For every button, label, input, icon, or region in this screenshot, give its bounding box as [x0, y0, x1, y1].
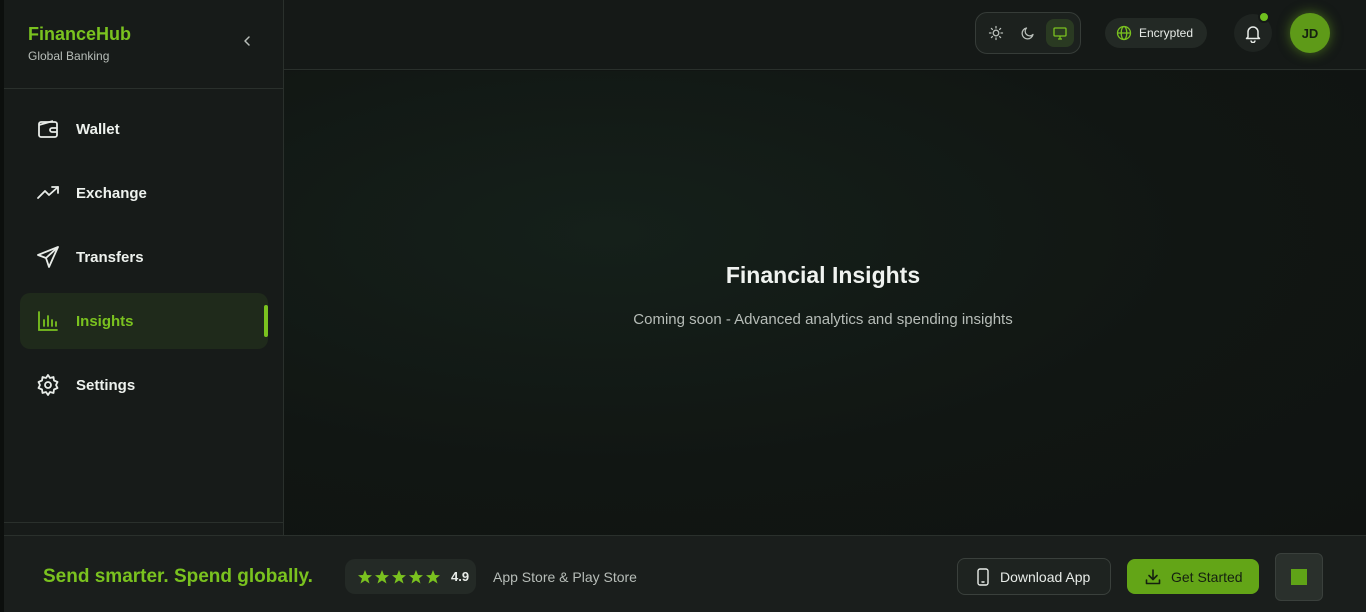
brand-subtitle: Global Banking	[28, 49, 110, 63]
rating-score: 4.9	[451, 569, 470, 584]
promo-footer: Send smarter. Spend globally. 4.9 App St…	[4, 535, 1366, 612]
brand: FinanceHub Global Banking	[28, 24, 131, 63]
avatar[interactable]: JD	[1290, 13, 1330, 53]
sidebar-item-label: Settings	[76, 376, 136, 394]
star-icon	[392, 569, 406, 583]
app-root: FinanceHub Global Banking Wallet Exchang…	[0, 0, 1366, 612]
sidebar: FinanceHub Global Banking Wallet Exchang…	[4, 0, 284, 535]
gear-icon	[36, 373, 60, 397]
sun-icon	[988, 25, 1004, 41]
theme-light-button[interactable]	[982, 19, 1010, 47]
get-started-label: Get Started	[1171, 568, 1243, 585]
theme-switcher	[975, 12, 1081, 54]
page-title: Financial Insights	[725, 262, 921, 288]
download-app-label: Download App	[1000, 568, 1091, 585]
collapse-sidebar-button[interactable]	[236, 30, 258, 52]
brand-name: FinanceHub	[28, 24, 132, 44]
active-indicator	[264, 305, 268, 337]
sidebar-item-label: Wallet	[76, 120, 120, 138]
download-icon	[1145, 568, 1161, 584]
footer-tagline: Send smarter. Spend globally.	[43, 566, 313, 587]
star-icon	[426, 569, 440, 583]
encryption-status-badge: Encrypted	[1105, 18, 1207, 48]
sidebar-divider	[4, 522, 283, 523]
stop-square-icon	[1291, 569, 1307, 585]
chevron-left-icon	[244, 36, 250, 46]
main-content: Financial Insights Coming soon - Advance…	[284, 71, 1366, 535]
sidebar-item-label: Insights	[76, 312, 134, 330]
sidebar-nav: Wallet Exchange Transfers Insights Setti…	[20, 101, 268, 421]
download-app-button[interactable]: Download App	[957, 558, 1111, 595]
globe-icon	[1116, 25, 1132, 41]
sidebar-item-exchange[interactable]: Exchange	[20, 165, 268, 221]
star-rating	[357, 569, 441, 585]
theme-system-button[interactable]	[1046, 19, 1074, 47]
sidebar-item-wallet[interactable]: Wallet	[20, 101, 268, 157]
get-started-button[interactable]: Get Started	[1127, 559, 1259, 594]
star-icon	[358, 569, 372, 583]
store-availability: App Store & Play Store	[493, 569, 637, 585]
send-icon	[36, 245, 60, 269]
page-subtitle: Coming soon - Advanced analytics and spe…	[633, 311, 1013, 328]
bar-chart-icon	[36, 309, 60, 333]
monitor-icon	[1053, 27, 1067, 40]
sidebar-divider	[4, 88, 283, 89]
star-icon	[409, 569, 423, 583]
notification-dot	[1258, 11, 1270, 23]
wallet-icon	[36, 117, 60, 141]
sidebar-item-transfers[interactable]: Transfers	[20, 229, 268, 285]
sidebar-item-insights[interactable]: Insights	[20, 293, 268, 349]
star-icon	[375, 569, 389, 583]
theme-dark-button[interactable]	[1014, 19, 1042, 47]
sidebar-item-label: Transfers	[76, 248, 144, 266]
top-header: Encrypted JD	[284, 0, 1366, 70]
encryption-status-label: Encrypted	[1139, 26, 1194, 40]
moon-icon	[1021, 27, 1034, 40]
rating-badge: 4.9	[345, 559, 476, 594]
sidebar-item-settings[interactable]: Settings	[20, 357, 268, 413]
sidebar-item-label: Exchange	[76, 184, 147, 202]
stop-button[interactable]	[1275, 553, 1323, 601]
trending-up-icon	[36, 181, 60, 205]
smartphone-icon	[977, 567, 989, 586]
bell-icon	[1245, 26, 1261, 43]
